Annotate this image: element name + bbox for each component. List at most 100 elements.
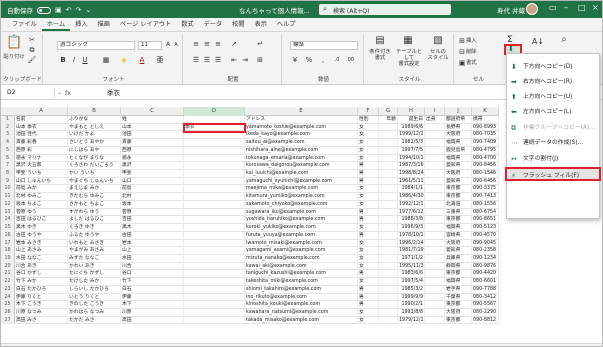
grid-cell[interactable] [379,231,398,240]
grid-cell[interactable] [379,208,398,217]
grid-cell[interactable]: 兵庫県 [445,254,472,263]
grid-cell[interactable]: 女 [358,239,379,248]
grid-cell[interactable] [184,293,245,302]
grid-cell[interactable]: 080-6601 [472,278,499,286]
grid-cell[interactable]: 090-5567 [472,301,499,309]
grid-cell[interactable]: 年齢 [379,116,398,124]
grid-cell[interactable]: 090-8651 [472,216,499,225]
grid-cell[interactable]: 山本 [121,123,184,132]
grid-cell[interactable]: 菅原 [121,208,184,217]
grid-cell[interactable]: 090-1234 [472,254,499,263]
grid-cell[interactable]: とくなが まりな [68,154,121,163]
grid-cell[interactable]: いとう りくと [68,293,121,302]
grid-cell[interactable]: 水田 [121,254,184,263]
grid-cell[interactable]: 谷口 [121,270,184,279]
grid-cell[interactable]: 福岡県 [445,278,472,286]
grid-cell[interactable]: さかもと ちよこ [68,200,121,209]
grid-cell[interactable]: 東京都 [445,301,472,309]
grid-cell[interactable] [425,208,445,217]
row-number[interactable]: 2 [1,123,15,132]
grid-cell[interactable] [425,301,445,309]
format-as-table-button[interactable]: テーブルとして 書式設定 [394,49,424,67]
grid-cell[interactable]: 090-4570 [472,231,499,240]
grid-cell[interactable]: 1987/3/16 [398,162,425,171]
column-header-D[interactable]: D [184,107,245,116]
conditional-format-button[interactable]: 条件付き 書式 [366,49,394,61]
grid-cell[interactable]: 鹿児島県 [445,146,472,155]
tab-6[interactable]: データ [199,19,228,31]
grid-cell[interactable]: 090-7409 [472,139,499,147]
grid-cell[interactable]: 1993/8/8 [398,308,425,317]
grid-cell[interactable]: 池田 佳代 [15,131,68,140]
grid-cell[interactable]: 女 [358,146,379,155]
font-name-select[interactable]: 游ゴシック [57,41,135,50]
column-header-A[interactable]: A [15,107,68,116]
grid-cell[interactable]: 090-8812 [472,316,499,325]
grid-cell[interactable] [379,131,398,140]
column-header-J[interactable]: J [445,107,472,116]
row-number[interactable]: 24 [1,293,15,302]
increase-decimal-icon[interactable]: .0 [332,56,342,64]
grid-cell[interactable]: 090-3375 [472,185,499,194]
grid-cell[interactable]: 吉田 はるひこ [15,216,68,225]
grid-cell[interactable]: 東京都 [445,270,472,279]
grid-cell[interactable]: 大阪府 [445,239,472,248]
grid-cell[interactable]: 080-1556 [472,200,499,209]
grid-cell[interactable]: kawahara_natsumi@example.com [245,308,358,317]
grid-cell[interactable]: 山上 あさみ [15,247,68,255]
grid-cell[interactable]: 愛知県 [445,177,472,186]
align-right-icon[interactable]: ☰ [213,56,223,64]
row-number[interactable]: 13 [1,208,15,217]
grid-cell[interactable] [184,231,245,240]
grid-cell[interactable]: 1977/6/12 [398,208,425,217]
grid-cell[interactable]: きのした こうき [68,301,121,309]
align-top-icon[interactable]: ≡ [191,40,201,48]
grid-cell[interactable]: 伊藤 [121,293,184,302]
grid-cell[interactable]: iwamoto_misaki@example.com [245,239,358,248]
grid-cell[interactable]: たけした みか [68,278,121,286]
grid-cell[interactable]: かわはら なつみ [68,308,121,317]
grid-cell[interactable]: ikeda_kayo@example.com [245,131,358,140]
grid-cell[interactable]: 1981/7/19 [398,247,425,255]
cut-icon[interactable]: ✂ [27,36,37,44]
grow-font-icon[interactable]: A [164,41,172,49]
format-as-table-icon[interactable]: ▦ [400,36,416,46]
namebox-dropdown-icon[interactable]: ⌄ [57,88,62,98]
fx-icon[interactable]: fx [65,88,71,98]
grid-cell[interactable]: 大阪府 [445,308,472,317]
grid-cell[interactable]: 高田 みさ [15,316,68,325]
grid-cell[interactable]: 男 [358,231,379,240]
grid-cell[interactable]: 誕生日 [398,116,425,124]
grid-cell[interactable]: 1983/6/6 [398,270,425,279]
grid-cell[interactable] [379,316,398,325]
grid-cell[interactable]: 080-9876 [472,262,499,271]
column-header-E[interactable]: E [245,107,358,116]
menu-item-1[interactable]: ➡ 右方向へコピー(R) [507,75,599,89]
bold-icon[interactable]: B [59,56,67,64]
grid-cell[interactable]: よしだ はるひこ [68,216,121,225]
grid-cell[interactable]: 1990/2/1 [398,301,425,309]
undo-icon[interactable]: ↶ [66,6,72,14]
grid-cell[interactable]: 090-5123 [472,224,499,232]
grid-cell[interactable] [184,270,245,279]
grid-cell[interactable] [425,170,445,178]
grid-cell[interactable]: 男 [358,162,379,171]
grid-cell[interactable]: 水田 ななこ [15,254,68,263]
format-icon[interactable]: ▣ [458,59,466,67]
row-number[interactable]: 10 [1,185,15,194]
row-number[interactable]: 11 [1,193,15,201]
tab-0[interactable]: ファイル [7,19,42,31]
grid-cell[interactable]: 1988/3/8 [398,216,425,225]
align-middle-icon[interactable]: ≡ [202,40,212,48]
grid-cell[interactable]: みずた ななこ [68,254,121,263]
row-number[interactable]: 22 [1,278,15,286]
grid-cell[interactable] [184,262,245,271]
menu-item-5[interactable]: ⋯ 連続データの作成(S)... [507,136,599,150]
grid-cell[interactable]: 090-8993 [472,123,499,132]
grid-cell[interactable]: 女 [358,278,379,286]
column-header-B[interactable]: B [68,107,121,116]
grid-cell[interactable]: 岩手県 [445,285,472,294]
underline-icon[interactable]: U [81,56,89,64]
grid-cell[interactable]: たにぐち かずし [68,270,121,279]
grid-cell[interactable]: 山口 しゅんいち [15,177,68,186]
